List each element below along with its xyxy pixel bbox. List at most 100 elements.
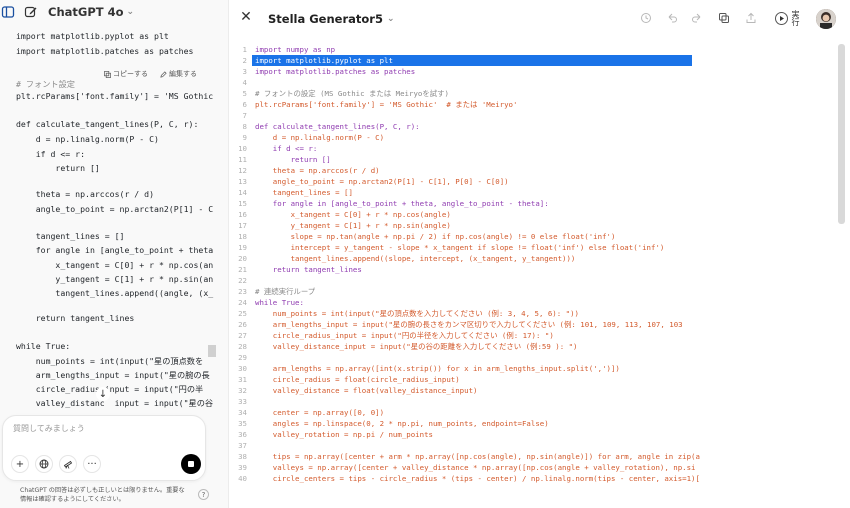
code-line[interactable]: valley_distance = float(valley_distance_… <box>255 385 478 396</box>
line-number: 15 <box>238 199 247 208</box>
sidebar-toggle-icon[interactable] <box>1 4 15 20</box>
copy-button[interactable]: コピーする <box>104 69 148 79</box>
plus-icon[interactable]: + <box>11 455 29 473</box>
chat-code-line: def calculate_tangent_lines(P, C, r): <box>16 119 199 129</box>
code-line[interactable]: tips = np.array([center + arm * np.array… <box>255 451 700 462</box>
more-options-icon[interactable]: ··· <box>83 455 101 473</box>
code-line[interactable]: x_tangent = C[0] + r * np.cos(angle) <box>255 209 451 220</box>
line-number: 40 <box>238 474 247 483</box>
chat-code-line: y_tangent = C[1] + r * np.sin(an <box>16 274 214 284</box>
model-title-label: ChatGPT 4o <box>48 5 124 19</box>
code-line[interactable]: import matplotlib.patches as patches <box>255 66 415 77</box>
play-icon <box>775 11 788 25</box>
chat-code-line: tangent_lines = [] <box>16 231 125 241</box>
code-line[interactable]: angles = np.linspace(0, 2 * np.pi, num_p… <box>255 418 549 429</box>
code-line[interactable]: arm_lengths_input = input("星の腕の長さをカンマ区切り… <box>255 319 683 330</box>
stop-button[interactable] <box>181 454 201 474</box>
line-number: 24 <box>238 298 247 307</box>
chat-code-line: import matplotlib.patches as patches <box>16 46 194 56</box>
run-button[interactable]: 実行 <box>775 8 800 28</box>
code-editor[interactable]: 1 import numpy as np 2 import matplotlib.py… <box>229 44 847 508</box>
close-icon[interactable]: ✕ <box>239 9 253 25</box>
chevron-down-icon: ⌄ <box>126 7 135 17</box>
code-line[interactable]: # 連続実行ループ <box>255 286 315 297</box>
line-number: 3 <box>242 67 247 76</box>
code-line[interactable]: import numpy as np <box>255 44 335 55</box>
code-line[interactable]: arm_lengths = np.array([int(x.strip()) f… <box>255 363 620 374</box>
code-line[interactable]: plt.rcParams['font.family'] = 'MS Gothic… <box>255 99 517 110</box>
scroll-down-icon[interactable]: ↓ <box>96 387 110 401</box>
chat-code-line: tangent_lines.append((angle, (x_ <box>16 288 214 298</box>
canvas-title[interactable]: Stella Generator5 ⌄ <box>268 12 395 26</box>
line-number: 28 <box>238 342 247 351</box>
code-line[interactable]: while True: <box>255 297 304 308</box>
message-input[interactable] <box>13 424 193 433</box>
line-number: 8 <box>242 122 247 131</box>
code-line[interactable]: def calculate_tangent_lines(P, C, r): <box>255 121 420 132</box>
chat-code-line: if d <= r: <box>16 149 86 159</box>
line-number: 33 <box>238 397 247 406</box>
new-chat-icon[interactable] <box>24 5 38 19</box>
code-line[interactable]: tangent_lines = [] <box>255 187 353 198</box>
code-line[interactable]: d = np.linalg.norm(P - C) <box>255 132 384 143</box>
line-number: 32 <box>238 386 247 395</box>
redo-icon[interactable] <box>690 11 704 25</box>
code-line[interactable]: valley_distance_input = input("星の谷の距離を入力… <box>255 341 578 352</box>
chat-code-line: return tangent_lines <box>16 313 135 323</box>
line-number: 16 <box>238 210 247 219</box>
chat-code-line: for angle in [angle_to_point + theta <box>16 245 214 255</box>
code-line[interactable]: valleys = np.array([center + valley_dist… <box>255 462 696 473</box>
undo-icon[interactable] <box>665 11 679 25</box>
line-number: 38 <box>238 452 247 461</box>
code-line[interactable]: for angle in [angle_to_point + theta, an… <box>255 198 549 209</box>
chat-code-line: d = np.linalg.norm(P - C) <box>16 134 159 144</box>
line-number: 25 <box>238 309 247 318</box>
code-line[interactable]: center = np.array([0, 0]) <box>255 407 384 418</box>
chat-code-line: # フォント設定 <box>16 79 75 89</box>
line-number: 37 <box>238 441 247 450</box>
copy-icon[interactable] <box>717 11 731 25</box>
code-line[interactable]: if d <= r: <box>255 143 318 154</box>
code-line[interactable]: circle_centers = tips - circle_radius * … <box>255 473 700 484</box>
line-number: 14 <box>238 188 247 197</box>
line-number: 6 <box>242 100 247 109</box>
avatar[interactable] <box>816 9 836 29</box>
code-line[interactable]: angle_to_point = np.arctan2(P[1] - C[1],… <box>255 176 509 187</box>
code-line[interactable]: return tangent_lines <box>255 264 362 275</box>
share-icon[interactable] <box>744 11 758 25</box>
code-line[interactable]: theta = np.arccos(r / d) <box>255 165 380 176</box>
editor-scrollbar[interactable] <box>838 44 845 224</box>
help-button[interactable]: ? <box>198 489 209 500</box>
code-line[interactable]: circle_radius = float(circle_radius_inpu… <box>255 374 460 385</box>
globe-icon[interactable] <box>35 455 53 473</box>
line-number: 1 <box>242 45 247 54</box>
history-icon[interactable] <box>639 11 653 25</box>
code-line[interactable]: intercept = y_tangent - slope * x_tangen… <box>255 242 665 253</box>
code-line[interactable]: tangent_lines.append((slope, intercept, … <box>255 253 576 264</box>
code-line[interactable]: circle_radius_input = input("円の半径を入力してくだ… <box>255 330 554 341</box>
code-line[interactable]: valley_rotation = np.pi / num_points <box>255 429 433 440</box>
chat-code-line: num_points = int(input("星の頂点数を <box>16 356 204 366</box>
line-number: 2 <box>242 56 247 65</box>
code-line[interactable]: y_tangent = C[1] + r * np.sin(angle) <box>255 220 451 231</box>
code-line[interactable]: # フォントの設定 (MS Gothic または Meiryoを試す) <box>255 88 449 99</box>
line-number: 7 <box>242 111 247 120</box>
code-line[interactable]: import matplotlib.pyplot as plt <box>255 55 393 66</box>
line-number: 20 <box>238 254 247 263</box>
code-line[interactable]: num_points = int(input("星の頂点数を入力してください (… <box>255 308 579 319</box>
chat-code-line: while True: <box>16 341 71 351</box>
line-number: 23 <box>238 287 247 296</box>
telescope-icon[interactable] <box>59 455 77 473</box>
chevron-down-icon: ⌄ <box>386 14 395 24</box>
model-selector[interactable]: ChatGPT 4o ⌄ <box>48 5 134 19</box>
code-line[interactable]: return [] <box>255 154 331 165</box>
canvas-title-label: Stella Generator5 <box>268 12 383 26</box>
chat-header: ChatGPT 4o ⌄ <box>0 0 218 26</box>
line-number: 29 <box>238 353 247 362</box>
edit-button[interactable]: 編集する <box>160 69 197 79</box>
canvas-pane: ✕ Stella Generator5 ⌄ 実行 1 import numpy a… <box>228 0 850 508</box>
chat-scrollbar[interactable] <box>208 345 216 357</box>
copy-label: コピーする <box>113 70 148 78</box>
code-line[interactable]: slope = np.tan(angle + np.pi / 2) if np.… <box>255 231 616 242</box>
chat-code-line: angle_to_point = np.arctan2(P[1] - C <box>16 204 214 214</box>
